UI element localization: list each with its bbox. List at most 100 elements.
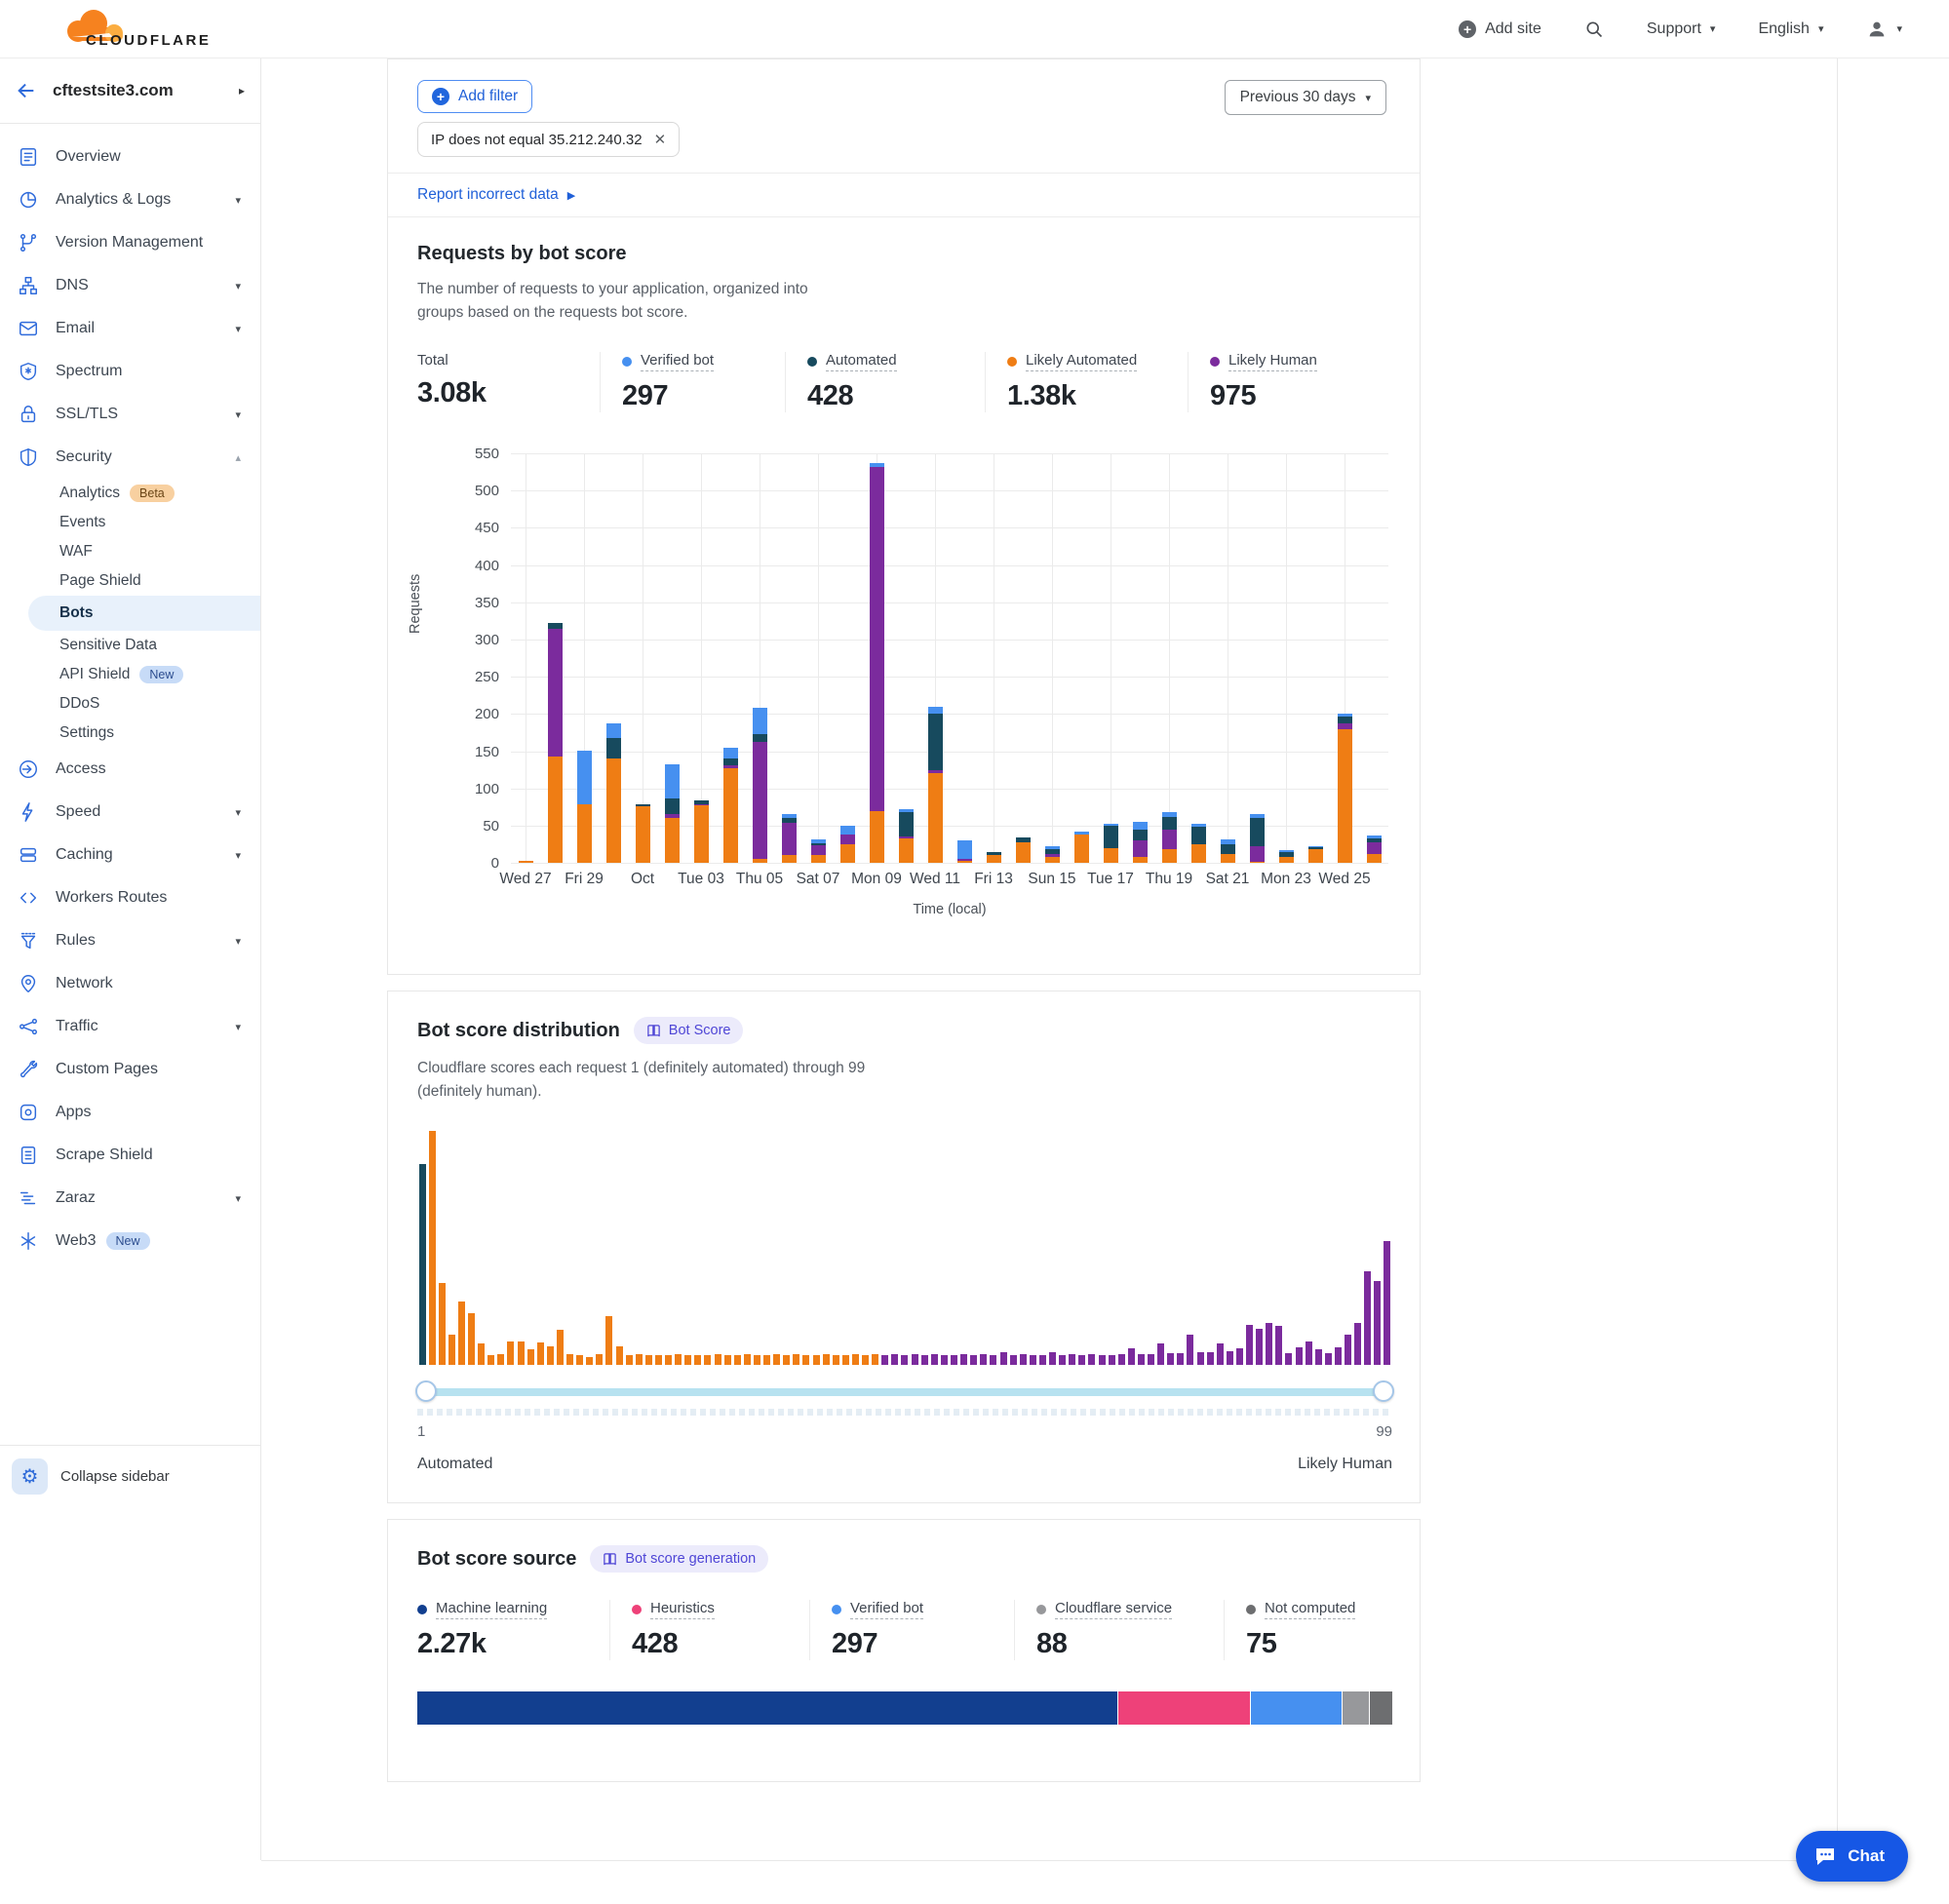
score-bar-85[interactable] (1246, 1325, 1253, 1365)
score-bar-60[interactable] (1000, 1352, 1007, 1365)
chart-bar-oct-09[interactable] (870, 463, 884, 863)
sidebar-item-zaraz[interactable]: Zaraz▾ (0, 1177, 260, 1220)
score-bar-26[interactable] (665, 1355, 672, 1365)
score-bar-4[interactable] (448, 1335, 455, 1365)
score-bar-24[interactable] (645, 1355, 652, 1365)
score-bar-28[interactable] (684, 1355, 691, 1365)
slider-handle-max[interactable] (1373, 1380, 1394, 1402)
sidebar-item-web3[interactable]: Web3New (0, 1220, 260, 1263)
sidebar-item-email[interactable]: Email▾ (0, 307, 260, 350)
source-segment-not-computed[interactable] (1369, 1691, 1392, 1725)
score-bar-78[interactable] (1177, 1353, 1184, 1365)
chevron-right-icon[interactable]: ▸ (239, 84, 245, 97)
score-bar-41[interactable] (813, 1355, 820, 1365)
score-bar-18[interactable] (586, 1357, 593, 1365)
score-bar-55[interactable] (951, 1355, 957, 1365)
slider-handle-min[interactable] (415, 1380, 437, 1402)
chart-bar-oct-17[interactable] (1104, 824, 1118, 863)
chat-button[interactable]: Chat (1796, 1831, 1908, 1882)
sidebar-item-ddos[interactable]: DDoS (0, 689, 260, 719)
score-bar-39[interactable] (793, 1354, 799, 1365)
chart-bar-oct-08[interactable] (840, 826, 855, 863)
source-segment-cloudflare-service[interactable] (1342, 1691, 1369, 1725)
chart-bar-oct-01[interactable] (636, 804, 650, 863)
chart-bar-oct-26[interactable] (1367, 835, 1382, 863)
sidebar-item-dns[interactable]: DNS▾ (0, 264, 260, 307)
score-bar-81[interactable] (1207, 1352, 1214, 1365)
score-bar-9[interactable] (497, 1354, 504, 1365)
chart-bar-oct-20[interactable] (1191, 824, 1206, 863)
score-bar-17[interactable] (576, 1355, 583, 1365)
sidebar-item-overview[interactable]: Overview (0, 136, 260, 178)
score-bar-86[interactable] (1256, 1329, 1263, 1365)
add-filter-button[interactable]: + Add filter (417, 80, 532, 113)
sidebar-item-traffic[interactable]: Traffic▾ (0, 1005, 260, 1048)
chart-bar-oct-04[interactable] (723, 748, 738, 863)
score-bar-75[interactable] (1148, 1354, 1154, 1365)
chart-bar-oct-21[interactable] (1221, 839, 1235, 863)
chart-bar-oct-10[interactable] (899, 809, 914, 863)
chart-bar-oct-15[interactable] (1045, 846, 1060, 863)
score-bar-65[interactable] (1049, 1352, 1056, 1365)
score-bar-84[interactable] (1236, 1348, 1243, 1365)
score-bar-53[interactable] (931, 1354, 938, 1365)
language-menu[interactable]: English ▾ (1758, 20, 1823, 38)
score-bar-29[interactable] (694, 1355, 701, 1365)
score-bar-99[interactable] (1384, 1241, 1390, 1365)
score-bar-92[interactable] (1315, 1349, 1322, 1365)
score-bar-73[interactable] (1128, 1348, 1135, 1365)
score-bar-52[interactable] (921, 1355, 928, 1365)
back-arrow-icon[interactable] (16, 80, 37, 101)
score-bar-63[interactable] (1030, 1355, 1036, 1365)
score-bar-54[interactable] (941, 1355, 948, 1365)
chart-bar-sep-27[interactable] (519, 861, 533, 863)
score-bar-91[interactable] (1306, 1341, 1312, 1365)
score-bar-43[interactable] (833, 1355, 839, 1365)
score-bar-13[interactable] (537, 1342, 544, 1365)
score-bar-61[interactable] (1010, 1355, 1017, 1365)
score-bar-45[interactable] (852, 1354, 859, 1365)
score-bar-38[interactable] (783, 1355, 790, 1365)
score-bar-58[interactable] (980, 1354, 987, 1365)
sidebar-item-caching[interactable]: Caching▾ (0, 834, 260, 876)
score-bar-51[interactable] (912, 1354, 918, 1365)
score-bar-74[interactable] (1138, 1354, 1145, 1365)
score-bar-11[interactable] (518, 1341, 525, 1365)
score-bar-68[interactable] (1078, 1355, 1085, 1365)
score-bar-48[interactable] (881, 1355, 888, 1365)
score-bar-72[interactable] (1118, 1354, 1125, 1365)
sidebar-item-security[interactable]: Security▴ (0, 436, 260, 479)
chart-bar-oct-24[interactable] (1308, 846, 1323, 863)
score-bar-22[interactable] (626, 1355, 633, 1365)
sidebar-item-page-shield[interactable]: Page Shield (0, 566, 260, 596)
score-bar-23[interactable] (636, 1354, 643, 1365)
score-bar-89[interactable] (1285, 1353, 1292, 1365)
score-bar-95[interactable] (1345, 1335, 1351, 1365)
score-bar-6[interactable] (468, 1313, 475, 1365)
report-incorrect-data-link[interactable]: Report incorrect data (417, 186, 559, 204)
score-bar-56[interactable] (960, 1354, 967, 1365)
account-menu[interactable]: ▾ (1866, 19, 1902, 40)
chart-bar-oct-02[interactable] (665, 764, 680, 863)
sidebar-item-analytics-logs[interactable]: Analytics & Logs▾ (0, 178, 260, 221)
slider-track[interactable] (417, 1388, 1392, 1396)
score-bar-62[interactable] (1020, 1354, 1027, 1365)
score-bar-25[interactable] (655, 1355, 662, 1365)
bot-score-generation-badge[interactable]: Bot score generation (590, 1545, 768, 1573)
score-bar-7[interactable] (478, 1343, 485, 1365)
site-header[interactable]: cftestsite3.com ▸ (0, 58, 260, 124)
score-bar-70[interactable] (1099, 1355, 1106, 1365)
score-bar-37[interactable] (773, 1354, 780, 1365)
score-bar-5[interactable] (458, 1302, 465, 1365)
score-bar-3[interactable] (439, 1283, 446, 1365)
sidebar-item-speed[interactable]: Speed▾ (0, 791, 260, 834)
chart-bar-oct-05[interactable] (753, 708, 767, 863)
score-bar-57[interactable] (970, 1355, 977, 1365)
score-bar-44[interactable] (842, 1355, 849, 1365)
score-bar-31[interactable] (715, 1354, 721, 1365)
score-bar-87[interactable] (1266, 1323, 1272, 1365)
sidebar-item-spectrum[interactable]: Spectrum (0, 350, 260, 393)
settings-gear-button[interactable]: ⚙ (12, 1458, 48, 1495)
score-bar-16[interactable] (566, 1354, 573, 1365)
score-bar-21[interactable] (616, 1346, 623, 1365)
